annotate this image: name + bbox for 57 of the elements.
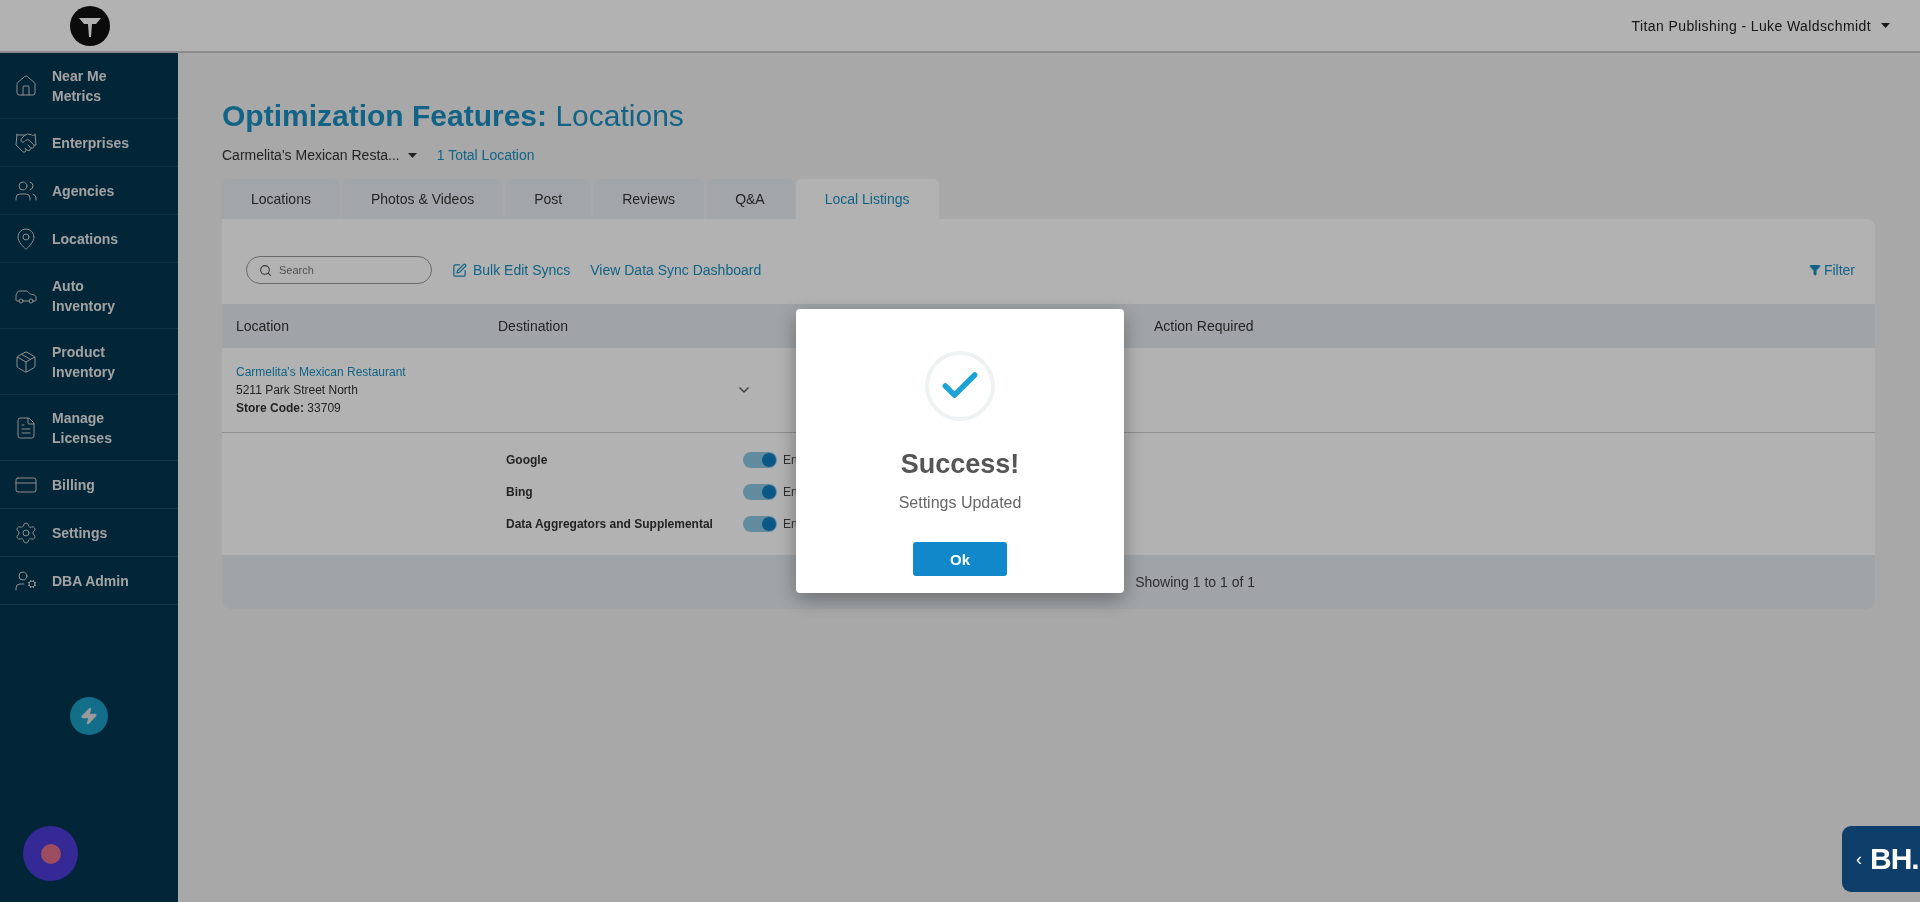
chat-button[interactable] <box>23 826 78 881</box>
sync-switch[interactable] <box>743 484 777 500</box>
account-menu[interactable]: Titan Publishing - Luke Waldschmidt <box>1625 16 1896 35</box>
lightning-icon[interactable] <box>70 697 108 735</box>
admin-icon <box>14 568 38 593</box>
filter-button[interactable]: Filter <box>1808 262 1855 278</box>
ok-button[interactable]: Ok <box>913 542 1007 576</box>
sidebar-item[interactable]: Near Me Metrics <box>0 53 178 119</box>
destination-name: Bing <box>506 485 534 499</box>
filter-icon <box>1808 264 1821 276</box>
dashboard-link[interactable]: View Data Sync Dashboard <box>590 262 762 278</box>
destination-name: Data Aggregators and Supplemental <box>506 517 714 531</box>
destination-name: Google <box>506 453 549 467</box>
column-header: Destination <box>498 318 570 334</box>
tab[interactable]: Photos & Videos <box>341 179 504 219</box>
people-icon <box>14 178 38 203</box>
sync-switch[interactable] <box>743 516 777 532</box>
license-icon <box>14 415 38 440</box>
dialog-message: Settings Updated <box>898 494 1022 512</box>
gear-icon <box>14 520 38 545</box>
search-field[interactable]: Search <box>246 256 432 284</box>
pin-icon <box>14 226 38 251</box>
tab[interactable]: Post <box>505 179 592 219</box>
sidebar-item[interactable]: DBA Admin <box>0 557 178 605</box>
page-title: Optimization Features: Locations <box>222 99 685 133</box>
side-widget[interactable]: ‹ BH. <box>1842 826 1920 892</box>
caret-icon <box>1881 23 1890 28</box>
bulk-edit-link[interactable]: Bulk Edit Syncs <box>452 262 571 278</box>
caret-icon <box>407 152 417 158</box>
sidebar-item[interactable]: Locations <box>0 215 178 263</box>
sidebar-item[interactable]: Manage Licenses <box>0 395 178 461</box>
sidebar-item[interactable]: Billing <box>0 461 178 509</box>
dialog-title: Success! <box>900 449 1020 480</box>
sidebar-item[interactable]: Agencies <box>0 167 178 215</box>
sidebar-item[interactable]: Product Inventory <box>0 329 178 395</box>
tab[interactable]: Q&A <box>706 179 794 219</box>
home-icon <box>14 73 38 98</box>
store-code-text: Store Code: 33709 <box>236 401 342 415</box>
location-select[interactable]: Carmelita's Mexican Resta... <box>222 147 417 163</box>
logo-icon <box>70 5 110 46</box>
location-link[interactable]: Carmelita's Mexican Restaurant <box>236 365 498 379</box>
tab[interactable]: Locations <box>222 179 340 219</box>
tab[interactable]: Local Listings <box>795 179 939 219</box>
search-icon <box>259 264 272 277</box>
box-icon <box>14 349 38 374</box>
sidebar-item[interactable]: Settings <box>0 509 178 557</box>
address-text: 5211 Park Street North <box>236 383 359 397</box>
column-header: Location <box>236 318 290 334</box>
sync-switch[interactable] <box>743 452 777 468</box>
tab[interactable]: Reviews <box>593 179 705 219</box>
pagination-info: Showing 1 to 1 of 1 <box>1135 574 1255 590</box>
column-header: Action Required <box>1154 318 1255 334</box>
handshake-icon <box>14 130 38 155</box>
sidebar-item[interactable]: Auto Inventory <box>0 263 178 329</box>
edit-icon <box>452 262 467 278</box>
sidebar-item[interactable]: Enterprises <box>0 119 178 167</box>
check-icon <box>925 351 995 421</box>
